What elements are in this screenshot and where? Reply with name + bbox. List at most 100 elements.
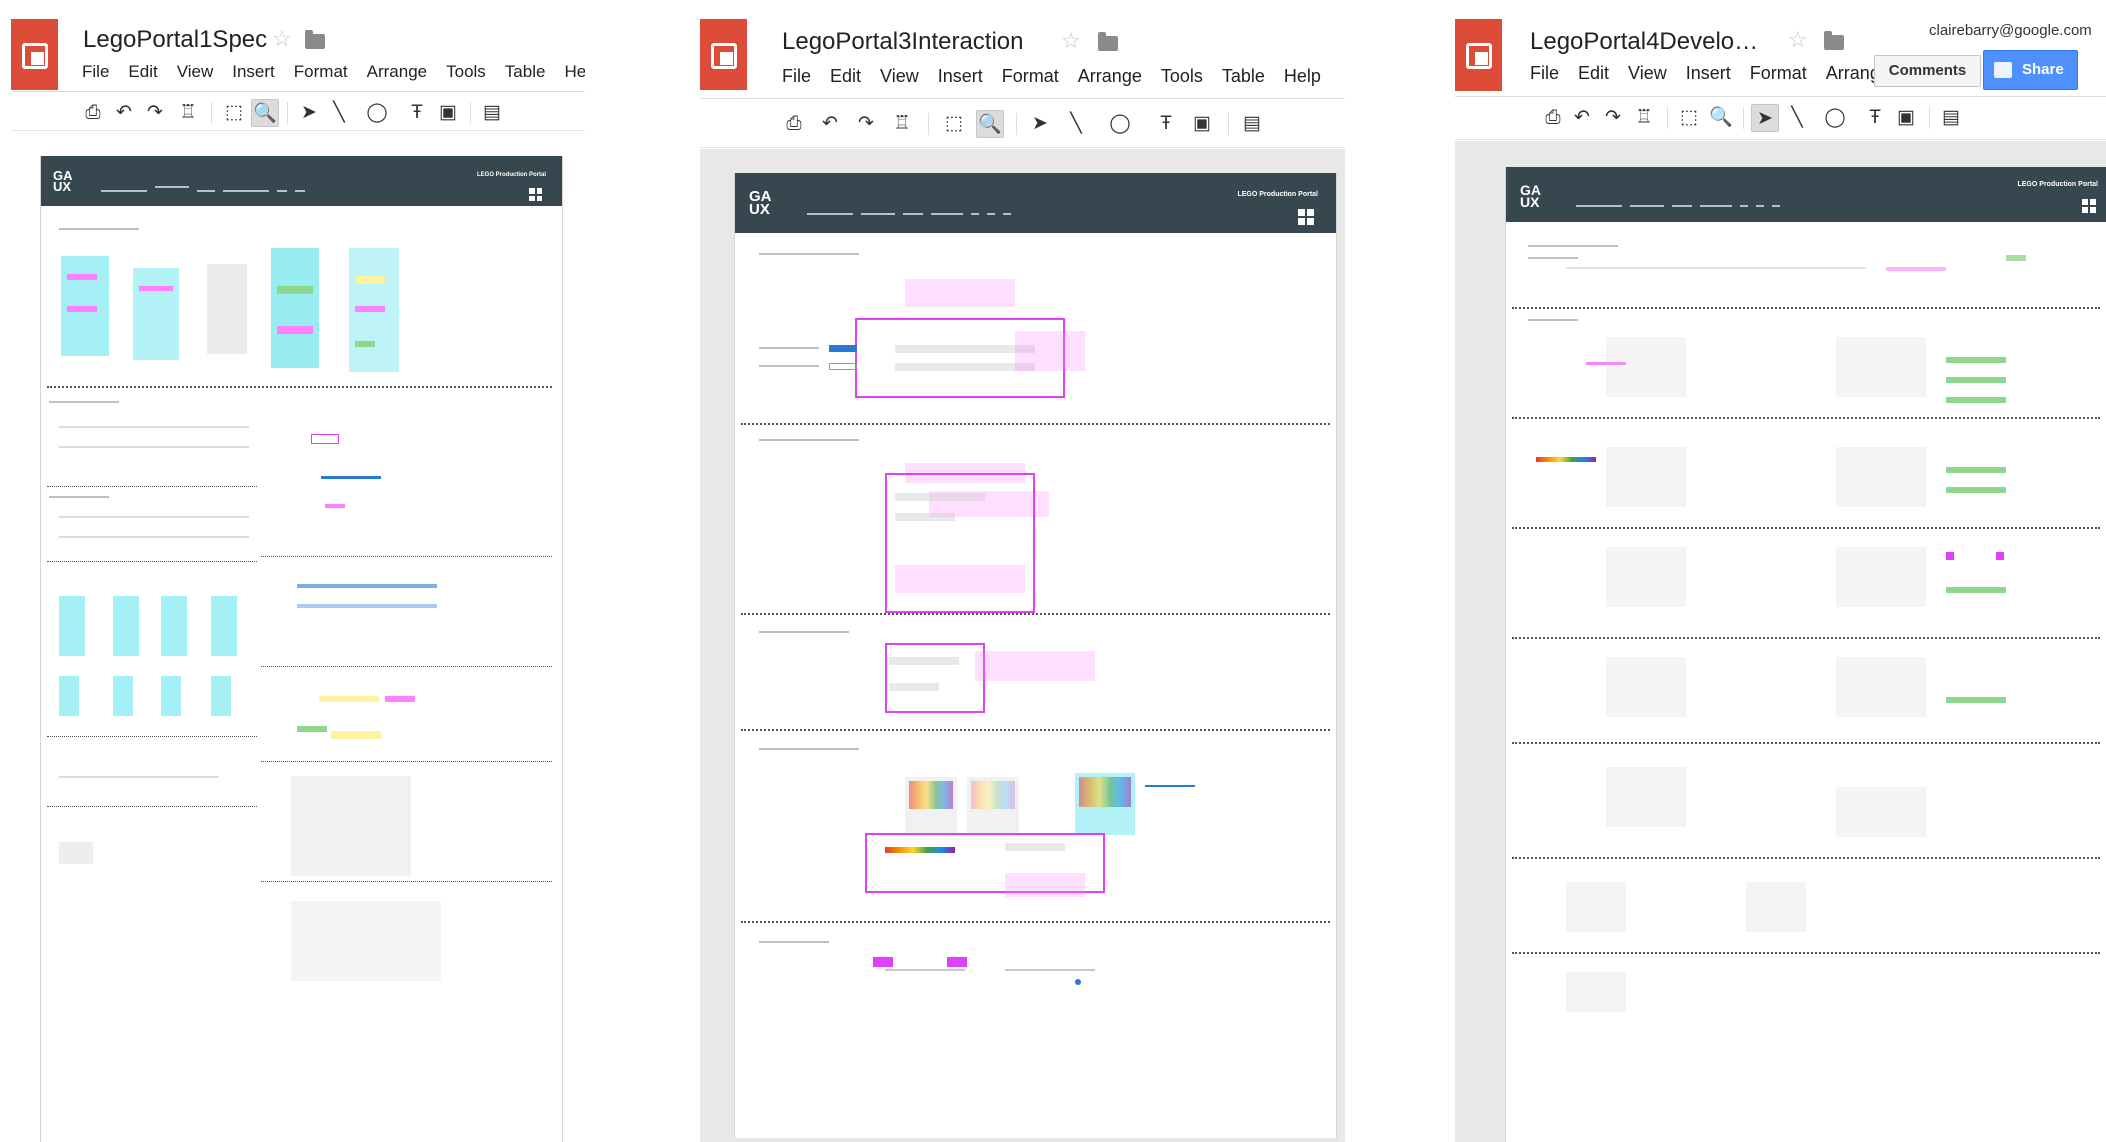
user-email[interactable]: clairebarry@google.com xyxy=(1929,22,2092,39)
section-title xyxy=(1528,245,1618,247)
link-text[interactable] xyxy=(1145,785,1195,787)
folder-icon[interactable] xyxy=(305,30,325,49)
shape-icon[interactable]: ◯ xyxy=(1821,104,1849,132)
line-icon[interactable]: ╲ xyxy=(1062,110,1090,138)
textbox-icon[interactable]: Ŧ xyxy=(403,99,431,127)
palette-row xyxy=(1536,457,1596,462)
menu-edit[interactable]: Edit xyxy=(1578,63,1609,84)
line-icon[interactable]: ╲ xyxy=(325,99,353,127)
grid-menu-icon[interactable] xyxy=(529,188,542,201)
image-icon[interactable]: ▣ xyxy=(1892,104,1920,132)
redo-icon[interactable]: ↷ xyxy=(852,110,880,138)
zoom-icon[interactable]: 🔍 xyxy=(1707,104,1735,132)
textbox-icon[interactable]: Ŧ xyxy=(1152,110,1180,138)
menu-edit[interactable]: Edit xyxy=(128,62,157,82)
print-icon[interactable]: ⎙ xyxy=(1539,104,1567,132)
undo-icon[interactable]: ↶ xyxy=(816,110,844,138)
folder-icon[interactable] xyxy=(1098,32,1118,51)
undo-icon[interactable]: ↶ xyxy=(110,99,138,127)
menu-table[interactable]: Table xyxy=(505,62,546,82)
menu-view[interactable]: View xyxy=(1628,63,1667,84)
comment-icon[interactable]: ▤ xyxy=(1238,110,1266,138)
line-icon[interactable]: ╲ xyxy=(1783,104,1811,132)
chip-row xyxy=(297,584,437,588)
toolbar-divider xyxy=(1667,107,1668,129)
select-icon[interactable]: ⬚ xyxy=(1675,104,1703,132)
paint-format-icon[interactable]: ♖ xyxy=(1630,104,1658,132)
document-title[interactable]: LegoPortal3Interaction xyxy=(782,28,1024,56)
print-icon[interactable]: ⎙ xyxy=(79,99,107,127)
comment-icon[interactable]: ▤ xyxy=(478,99,506,127)
menu-file[interactable]: File xyxy=(82,62,109,82)
menu-insert[interactable]: Insert xyxy=(232,62,275,82)
redo-icon[interactable]: ↷ xyxy=(1599,104,1627,132)
slide[interactable]: GA UX LEGO Production Portal xyxy=(734,173,1337,1138)
menu-format[interactable]: Format xyxy=(1750,63,1807,84)
slide[interactable]: GA UX LEGO Production Portal xyxy=(1505,167,2106,1142)
menu-arrange[interactable]: Arrang xyxy=(1826,63,1880,84)
redo-icon[interactable]: ↷ xyxy=(141,99,169,127)
menu-arrange[interactable]: Arrange xyxy=(1078,66,1142,87)
grid-menu-icon[interactable] xyxy=(2082,199,2096,213)
section-divider xyxy=(261,666,552,667)
slide-header-title: LEGO Production Portal xyxy=(476,172,546,178)
menu-edit[interactable]: Edit xyxy=(830,66,861,87)
menu-tools[interactable]: Tools xyxy=(446,62,486,82)
menu-help[interactable]: Help xyxy=(564,62,585,82)
paint-format-icon[interactable]: ♖ xyxy=(174,99,202,127)
document-title[interactable]: LegoPortal1Spec xyxy=(83,26,267,54)
menu-table[interactable]: Table xyxy=(1222,66,1265,87)
select-icon[interactable]: ⬚ xyxy=(220,99,248,127)
image-icon[interactable]: ▣ xyxy=(434,99,462,127)
grid-menu-icon[interactable] xyxy=(1298,209,1314,225)
menu-view[interactable]: View xyxy=(880,66,919,87)
spec-bar xyxy=(277,326,313,334)
cursor-icon[interactable]: ➤ xyxy=(1751,104,1779,132)
zoom-icon[interactable]: 🔍 xyxy=(976,110,1004,138)
share-button[interactable]: Share xyxy=(1983,50,2078,90)
menu-format[interactable]: Format xyxy=(1002,66,1059,87)
palette-row xyxy=(885,847,955,853)
shape-icon[interactable]: ◯ xyxy=(363,99,391,127)
gaux-logo: GA UX xyxy=(53,168,73,195)
cursor-icon[interactable]: ➤ xyxy=(295,99,323,127)
comment-icon[interactable]: ▤ xyxy=(1937,104,1965,132)
slides-logo-icon[interactable] xyxy=(700,19,747,90)
menu-insert[interactable]: Insert xyxy=(938,66,983,87)
zoom-icon[interactable]: 🔍 xyxy=(251,99,279,127)
gaux-logo: GA UX xyxy=(1520,182,1541,210)
slide[interactable]: GA UX LEGO Production Portal xyxy=(40,156,563,1142)
slides-logo-icon[interactable] xyxy=(11,19,58,90)
slides-logo-icon[interactable] xyxy=(1455,19,1502,91)
shape-icon[interactable]: ◯ xyxy=(1106,110,1134,138)
spec-bar xyxy=(67,274,97,280)
toolbar: ⎙ ↶ ↷ ♖ ⬚ 🔍 ➤ ╲ ◯ Ŧ ▣ ▤ xyxy=(700,98,1345,148)
menu-help[interactable]: Help xyxy=(1284,66,1321,87)
print-icon[interactable]: ⎙ xyxy=(780,110,808,138)
folder-icon[interactable] xyxy=(1824,31,1844,50)
image-icon[interactable]: ▣ xyxy=(1188,110,1216,138)
section-divider xyxy=(1512,742,2100,744)
menu-insert[interactable]: Insert xyxy=(1686,63,1731,84)
star-icon[interactable]: ☆ xyxy=(1061,28,1081,54)
grid-control xyxy=(895,513,955,521)
select-icon[interactable]: ⬚ xyxy=(940,110,968,138)
menu-file[interactable]: File xyxy=(782,66,811,87)
menu-bar: File Edit View Insert Format Arrange Too… xyxy=(782,66,1340,87)
menu-view[interactable]: View xyxy=(177,62,214,82)
menu-file[interactable]: File xyxy=(1530,63,1559,84)
cursor-icon[interactable]: ➤ xyxy=(1026,110,1054,138)
star-icon[interactable]: ☆ xyxy=(272,26,292,52)
star-icon[interactable]: ☆ xyxy=(1788,27,1808,53)
spec-block xyxy=(1566,882,1626,932)
paint-format-icon[interactable]: ♖ xyxy=(888,110,916,138)
comments-button[interactable]: Comments xyxy=(1874,55,1981,87)
undo-icon[interactable]: ↶ xyxy=(1568,104,1596,132)
annotation-note xyxy=(975,651,1095,681)
annotation-box xyxy=(311,434,339,444)
menu-format[interactable]: Format xyxy=(294,62,348,82)
menu-tools[interactable]: Tools xyxy=(1161,66,1203,87)
menu-arrange[interactable]: Arrange xyxy=(367,62,427,82)
textbox-icon[interactable]: Ŧ xyxy=(1861,104,1889,132)
document-title[interactable]: LegoPortal4Develo… xyxy=(1530,28,1758,56)
